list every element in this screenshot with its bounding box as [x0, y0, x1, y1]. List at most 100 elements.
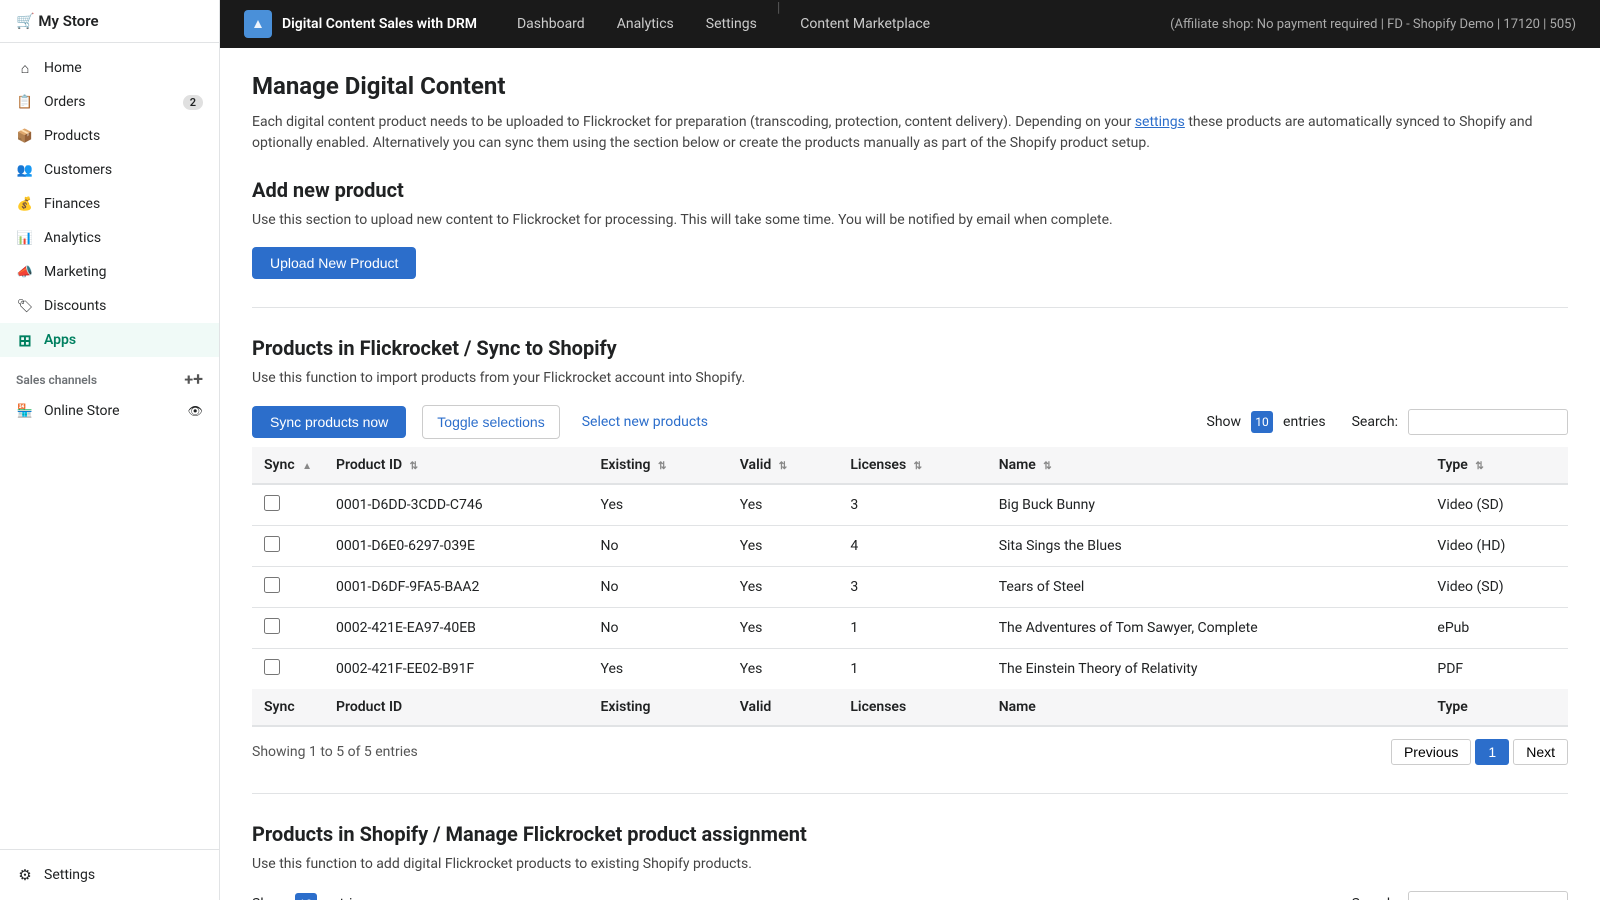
type-sort-icon: ⇅ [1475, 461, 1483, 472]
sync-checkbox-cell-1[interactable] [252, 526, 324, 567]
sidebar-item-products[interactable]: Products [0, 119, 219, 153]
sync-table-header-row: Sync ▲ Product ID ⇅ Existing ⇅ Valid [252, 447, 1568, 484]
sidebar-item-finances[interactable]: Finances [0, 187, 219, 221]
name-cell-4: The Einstein Theory of Relativity [987, 649, 1426, 690]
add-product-desc: Use this section to upload new content t… [252, 210, 1568, 231]
upload-new-product-button[interactable]: Upload New Product [252, 247, 416, 279]
manage-show-value[interactable]: 10 [295, 893, 317, 900]
sidebar-item-discounts[interactable]: Discounts [0, 289, 219, 323]
sidebar-item-online-store[interactable]: Online Store [0, 394, 219, 428]
table-row: 0001-D6E0-6297-039E No Yes 4 Sita Sings … [252, 526, 1568, 567]
orders-icon [16, 93, 34, 111]
orders-badge: 2 [183, 95, 203, 110]
sidebar-item-analytics[interactable]: Analytics [0, 221, 219, 255]
licenses-cell-0: 3 [838, 484, 986, 526]
existing-cell-3: No [589, 608, 728, 649]
sync-pagination: Showing 1 to 5 of 5 entries Previous 1 N… [252, 739, 1568, 765]
sidebar-item-customers[interactable]: Customers [0, 153, 219, 187]
manage-table-left-controls: Show 10 entries [252, 893, 367, 900]
sidebar-logo: 🛒 My Store [0, 0, 219, 43]
show-entries-value[interactable]: 10 [1251, 411, 1273, 433]
online-store-icon [16, 402, 34, 420]
pagination-buttons: Previous 1 Next [1391, 739, 1568, 765]
product-id-cell-3: 0002-421E-EA97-40EB [324, 608, 589, 649]
product-id-footer-col: Product ID [324, 689, 589, 726]
type-cell-3: ePub [1425, 608, 1568, 649]
sidebar-item-settings[interactable]: Settings [0, 858, 219, 892]
sidebar: 🛒 My Store Home Orders 2 Products Custom… [0, 0, 220, 900]
sync-checkbox-2[interactable] [264, 577, 280, 593]
valid-footer-col: Valid [728, 689, 839, 726]
sync-checkbox-0[interactable] [264, 495, 280, 511]
topbar-separator: | [777, 0, 780, 48]
sidebar-bottom: Settings [0, 849, 219, 900]
licenses-cell-3: 1 [838, 608, 986, 649]
sync-table-left-controls: Sync products now Toggle selections Sele… [252, 405, 722, 439]
page-1-button[interactable]: 1 [1475, 739, 1509, 765]
sync-table-body: 0001-D6DD-3CDD-C746 Yes Yes 3 Big Buck B… [252, 484, 1568, 689]
topbar-nav-analytics[interactable]: Analytics [601, 0, 690, 48]
licenses-col-header[interactable]: Licenses ⇅ [838, 447, 986, 484]
search-input-sync[interactable] [1408, 409, 1568, 435]
topbar-nav-settings[interactable]: Settings [690, 0, 773, 48]
sync-col-header[interactable]: Sync ▲ [252, 447, 324, 484]
entries-label: entries [1283, 414, 1326, 430]
online-store-eye-icon[interactable] [188, 404, 203, 419]
search-label-sync: Search: [1352, 414, 1398, 430]
search-input-manage[interactable] [1408, 891, 1568, 900]
name-footer-col: Name [987, 689, 1426, 726]
sidebar-item-marketing[interactable]: Marketing [0, 255, 219, 289]
sync-checkbox-cell-2[interactable] [252, 567, 324, 608]
select-new-products-link[interactable]: Select new products [568, 406, 722, 438]
licenses-footer-col: Licenses [838, 689, 986, 726]
sync-checkbox-1[interactable] [264, 536, 280, 552]
sync-checkbox-cell-3[interactable] [252, 608, 324, 649]
discounts-icon [16, 297, 34, 315]
sidebar-item-home[interactable]: Home [0, 51, 219, 85]
topbar-nav-dashboard[interactable]: Dashboard [501, 0, 601, 48]
product-id-sort-icon: ⇅ [410, 461, 418, 472]
prev-button[interactable]: Previous [1391, 739, 1471, 765]
app-topbar-affiliate: (Affiliate shop: No payment required | F… [1170, 17, 1576, 32]
product-id-col-header[interactable]: Product ID ⇅ [324, 447, 589, 484]
product-id-cell-0: 0001-D6DD-3CDD-C746 [324, 484, 589, 526]
sync-checkbox-4[interactable] [264, 659, 280, 675]
next-button[interactable]: Next [1513, 739, 1568, 765]
valid-cell-0: Yes [728, 484, 839, 526]
sync-checkbox-3[interactable] [264, 618, 280, 634]
valid-col-header[interactable]: Valid ⇅ [728, 447, 839, 484]
page-content: Manage Digital Content Each digital cont… [220, 48, 1600, 900]
main-area: Digital Content Sales with DRM Dashboard… [220, 0, 1600, 900]
add-sales-channel-icon[interactable]: + [184, 369, 203, 390]
settings-link[interactable]: settings [1135, 114, 1185, 130]
page-desc: Each digital content product needs to be… [252, 112, 1568, 154]
existing-cell-2: No [589, 567, 728, 608]
sidebar-item-apps[interactable]: Apps [0, 323, 219, 357]
sync-table-footer-row: Sync Product ID Existing Valid Licenses … [252, 689, 1568, 726]
product-id-cell-2: 0001-D6DF-9FA5-BAA2 [324, 567, 589, 608]
toggle-selections-button[interactable]: Toggle selections [422, 405, 559, 439]
settings-icon [16, 866, 34, 884]
sync-products-now-button[interactable]: Sync products now [252, 406, 406, 438]
sync-checkbox-cell-0[interactable] [252, 484, 324, 526]
table-row: 0001-D6DD-3CDD-C746 Yes Yes 3 Big Buck B… [252, 484, 1568, 526]
type-col-header[interactable]: Type ⇅ [1425, 447, 1568, 484]
valid-sort-icon: ⇅ [779, 461, 787, 472]
sidebar-item-orders[interactable]: Orders 2 [0, 85, 219, 119]
marketing-icon [16, 263, 34, 281]
sync-footer-col: Sync [252, 689, 324, 726]
topbar-nav-content-marketplace[interactable]: Content Marketplace [784, 0, 946, 48]
name-col-header[interactable]: Name ⇅ [987, 447, 1426, 484]
existing-col-header[interactable]: Existing ⇅ [589, 447, 728, 484]
finances-icon [16, 195, 34, 213]
app-brand-icon [244, 10, 272, 38]
apps-icon [16, 331, 34, 349]
manage-section-desc: Use this function to add digital Flickro… [252, 854, 1568, 875]
sales-channels-section: Sales channels + [0, 357, 219, 394]
products-icon [16, 127, 34, 145]
page-title: Manage Digital Content [252, 72, 1568, 100]
sync-checkbox-cell-4[interactable] [252, 649, 324, 690]
sync-products-table: Sync ▲ Product ID ⇅ Existing ⇅ Valid [252, 447, 1568, 727]
analytics-icon [16, 229, 34, 247]
sync-table-right-controls: Show 10 entries Search: [1207, 409, 1568, 435]
